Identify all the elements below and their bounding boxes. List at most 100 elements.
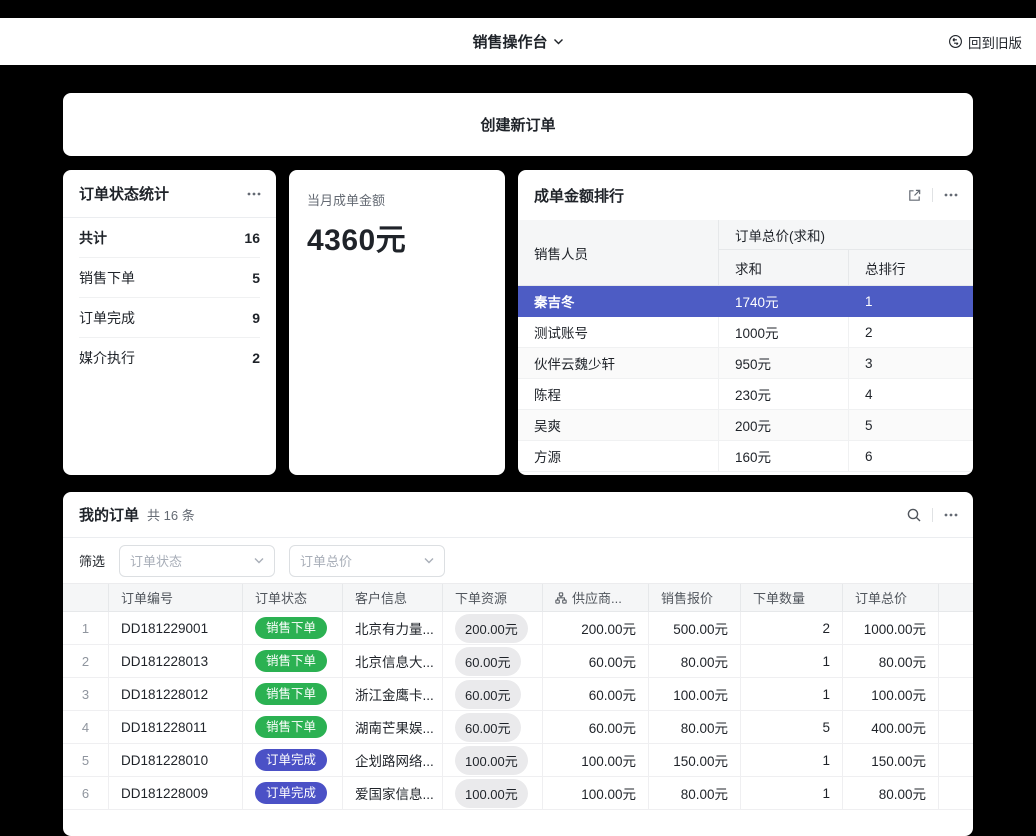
supplier-cell[interactable]: 60.00元	[543, 645, 649, 678]
ranking-row-sum[interactable]: 1000元	[718, 317, 848, 348]
order-no-cell[interactable]: DD181228012	[109, 678, 243, 711]
order-no-cell[interactable]: DD181228013	[109, 645, 243, 678]
status-cell[interactable]: 销售下单	[243, 711, 343, 744]
dashboard-switcher[interactable]: 销售操作台	[472, 18, 563, 65]
order-no-cell[interactable]: DD181228011	[109, 711, 243, 744]
status-cell[interactable]: 销售下单	[243, 678, 343, 711]
quote-cell[interactable]: 150.00元	[649, 744, 741, 777]
quote-cell[interactable]: 500.00元	[649, 612, 741, 645]
status-row-done[interactable]: 订单完成 9	[79, 298, 260, 338]
ranking-row-sum[interactable]: 1740元	[718, 286, 848, 317]
row-number: 3	[63, 678, 109, 711]
qty-cell[interactable]: 5	[741, 711, 843, 744]
status-row-total[interactable]: 共计 16	[79, 218, 260, 258]
status-cell[interactable]: 订单完成	[243, 744, 343, 777]
ranking-card-header: 成单金额排行	[518, 170, 973, 220]
customer-cell[interactable]: 北京信息大...	[343, 645, 443, 678]
order-no-cell[interactable]: DD181228009	[109, 777, 243, 810]
status-row-sales[interactable]: 销售下单 5	[79, 258, 260, 298]
my-orders-title: 我的订单	[79, 504, 139, 525]
qty-cell[interactable]: 1	[741, 777, 843, 810]
column-header-rank: 总排行	[848, 250, 973, 286]
ranking-row-sum[interactable]: 230元	[718, 379, 848, 410]
status-badge: 订单完成	[255, 782, 327, 805]
export-icon[interactable]	[907, 188, 922, 203]
order-no-cell[interactable]: DD181229001	[109, 612, 243, 645]
status-row-media[interactable]: 媒介执行 2	[79, 338, 260, 378]
dropdown-placeholder: 订单状态	[130, 551, 182, 570]
supplier-cell[interactable]: 100.00元	[543, 744, 649, 777]
filler-cell	[939, 678, 973, 711]
search-icon[interactable]	[906, 507, 922, 523]
status-label: 订单完成	[79, 308, 135, 328]
resource-cell[interactable]: 200.00元	[443, 612, 543, 645]
chevron-down-icon	[554, 38, 564, 45]
qty-cell[interactable]: 1	[741, 744, 843, 777]
filter-label: 筛选	[79, 551, 105, 570]
status-cell[interactable]: 销售下单	[243, 612, 343, 645]
more-icon[interactable]	[246, 186, 262, 202]
supplier-cell[interactable]: 100.00元	[543, 777, 649, 810]
column-header-total: 订单总价	[843, 584, 939, 612]
customer-cell[interactable]: 企划路网络...	[343, 744, 443, 777]
quote-cell[interactable]: 80.00元	[649, 777, 741, 810]
customer-cell[interactable]: 浙江金鹰卡...	[343, 678, 443, 711]
ranking-row-rank[interactable]: 5	[848, 410, 973, 441]
customer-cell[interactable]: 北京有力量...	[343, 612, 443, 645]
ranking-row-rank[interactable]: 6	[848, 441, 973, 472]
ranking-row-rank[interactable]: 1	[848, 286, 973, 317]
order-status-filter-dropdown[interactable]: 订单状态	[119, 545, 275, 577]
quote-cell[interactable]: 80.00元	[649, 711, 741, 744]
quote-cell[interactable]: 80.00元	[649, 645, 741, 678]
resource-cell[interactable]: 100.00元	[443, 744, 543, 777]
more-icon[interactable]	[943, 507, 959, 523]
supplier-cell[interactable]: 200.00元	[543, 612, 649, 645]
ranking-row-name[interactable]: 测试账号	[518, 317, 718, 348]
chevron-down-icon	[424, 557, 434, 564]
total-cell[interactable]: 150.00元	[843, 744, 939, 777]
resource-cell[interactable]: 100.00元	[443, 777, 543, 810]
customer-cell[interactable]: 爱国家信息...	[343, 777, 443, 810]
order-no-cell[interactable]: DD181228010	[109, 744, 243, 777]
ranking-row-rank[interactable]: 2	[848, 317, 973, 348]
resource-pill: 200.00元	[455, 614, 528, 643]
status-cell[interactable]: 销售下单	[243, 645, 343, 678]
ranking-row-name[interactable]: 陈程	[518, 379, 718, 410]
resource-cell[interactable]: 60.00元	[443, 711, 543, 744]
back-to-old-version-link[interactable]: 回到旧版	[948, 18, 1022, 65]
ranking-row-rank[interactable]: 3	[848, 348, 973, 379]
qty-cell[interactable]: 1	[741, 645, 843, 678]
supplier-cell[interactable]: 60.00元	[543, 711, 649, 744]
ranking-row-name[interactable]: 方源	[518, 441, 718, 472]
qty-cell[interactable]: 2	[741, 612, 843, 645]
row-number: 1	[63, 612, 109, 645]
ranking-row-sum[interactable]: 950元	[718, 348, 848, 379]
resource-cell[interactable]: 60.00元	[443, 678, 543, 711]
resource-cell[interactable]: 60.00元	[443, 645, 543, 678]
total-cell[interactable]: 80.00元	[843, 645, 939, 678]
total-cell[interactable]: 1000.00元	[843, 612, 939, 645]
status-badge: 销售下单	[255, 650, 327, 673]
ranking-row-rank[interactable]: 4	[848, 379, 973, 410]
total-cell[interactable]: 100.00元	[843, 678, 939, 711]
resource-pill: 100.00元	[455, 779, 528, 808]
my-orders-card: 我的订单 共 16 条 筛选 订单状态 订单总价	[63, 492, 973, 836]
total-cell[interactable]: 80.00元	[843, 777, 939, 810]
order-total-filter-dropdown[interactable]: 订单总价	[289, 545, 445, 577]
filter-row: 筛选 订单状态 订单总价	[63, 538, 973, 583]
ranking-row-name[interactable]: 吴爽	[518, 410, 718, 441]
ranking-row-sum[interactable]: 200元	[718, 410, 848, 441]
sales-dashboard-page: 销售操作台 回到旧版 创建新订单 订单状态统计 共计 16 销售下单 5	[0, 0, 1036, 836]
status-badge: 销售下单	[255, 683, 327, 706]
more-icon[interactable]	[943, 187, 959, 203]
customer-cell[interactable]: 湖南芒果娱...	[343, 711, 443, 744]
qty-cell[interactable]: 1	[741, 678, 843, 711]
create-order-button[interactable]: 创建新订单	[63, 93, 973, 156]
quote-cell[interactable]: 100.00元	[649, 678, 741, 711]
ranking-row-name[interactable]: 秦吉冬	[518, 286, 718, 317]
ranking-row-sum[interactable]: 160元	[718, 441, 848, 472]
status-cell[interactable]: 订单完成	[243, 777, 343, 810]
ranking-row-name[interactable]: 伙伴云魏少轩	[518, 348, 718, 379]
total-cell[interactable]: 400.00元	[843, 711, 939, 744]
supplier-cell[interactable]: 60.00元	[543, 678, 649, 711]
